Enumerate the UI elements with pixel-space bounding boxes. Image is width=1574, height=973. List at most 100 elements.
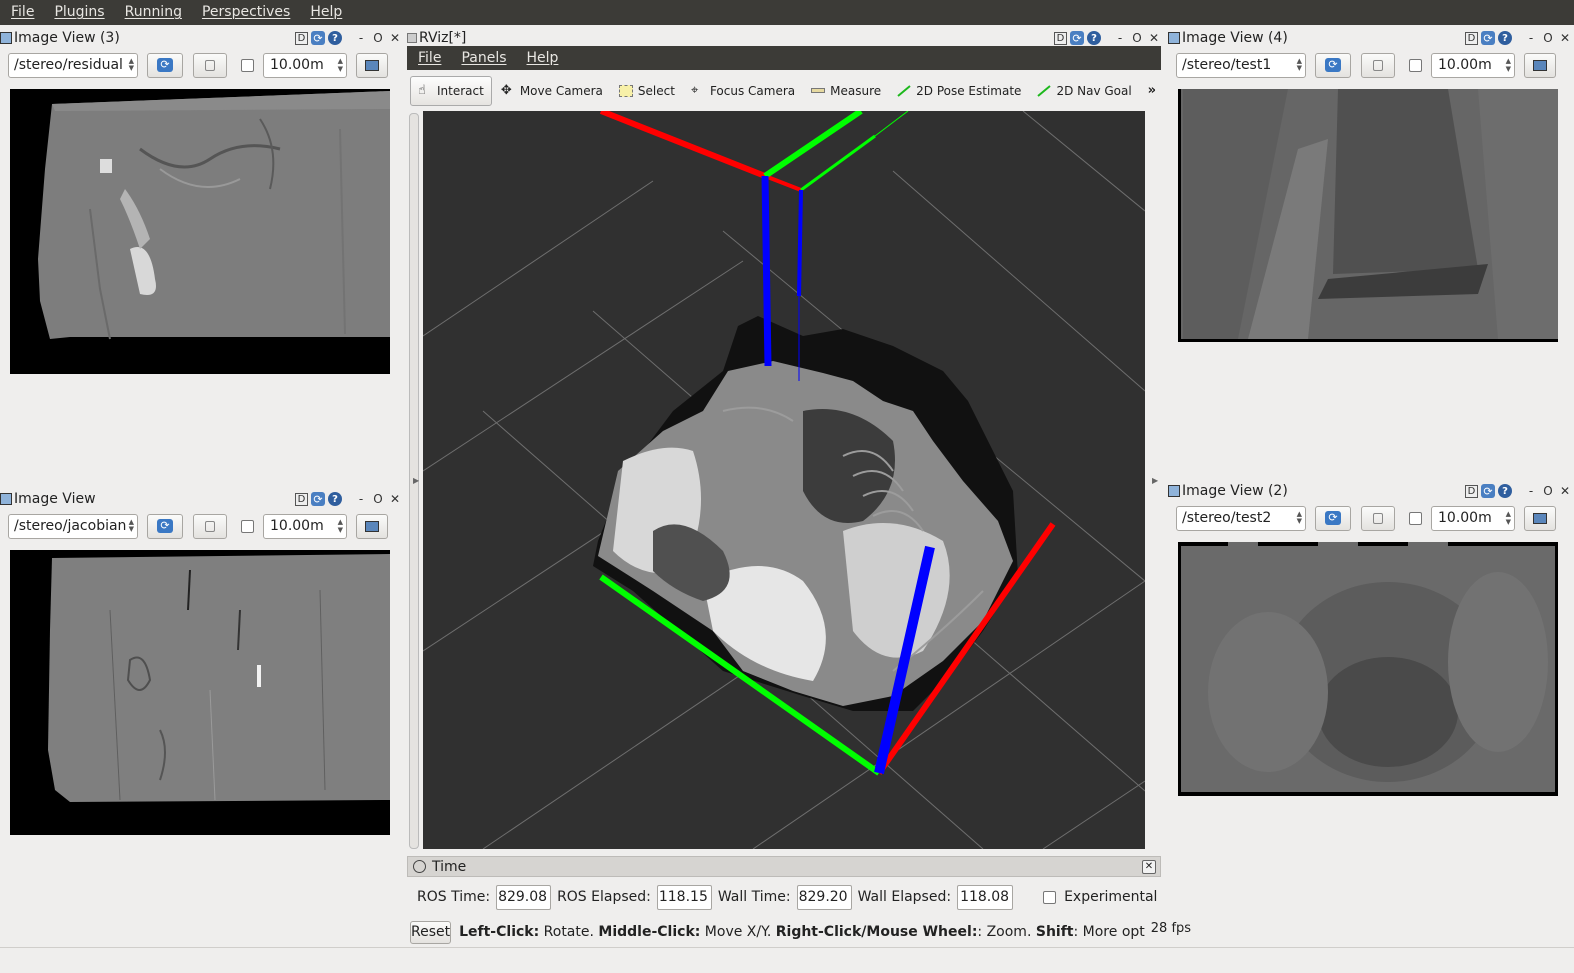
image-icon — [1533, 512, 1547, 524]
dock-d-icon[interactable]: D — [295, 31, 308, 45]
minimize-button[interactable]: - — [1113, 31, 1127, 45]
zoom-1-button[interactable] — [193, 52, 227, 78]
window-icon — [1168, 32, 1180, 44]
reload-icon[interactable]: ⟳ — [1481, 484, 1495, 498]
save-image-button[interactable] — [1524, 52, 1556, 78]
tool-focus-camera[interactable]: ⌖ Focus Camera — [684, 76, 802, 106]
image-view-4-pane: Image View (4) D ⟳ ? - O ✕ /stereo/test1… — [1168, 26, 1574, 86]
reload-icon[interactable]: ⟳ — [311, 492, 325, 506]
minimize-button[interactable]: - — [1524, 31, 1538, 45]
close-button[interactable]: ✕ — [1558, 31, 1572, 45]
close-button[interactable]: ✕ — [1558, 484, 1572, 498]
smooth-checkbox[interactable] — [1409, 58, 1422, 72]
close-button[interactable]: ✕ — [388, 492, 402, 506]
scale-spinbox[interactable]: 10.00m ▲ ▼ — [263, 513, 347, 539]
refresh-topics-button[interactable]: ⟳ — [1315, 52, 1351, 78]
float-button[interactable]: O — [371, 492, 385, 506]
scale-spinbox[interactable]: 10.00m ▲ ▼ — [1431, 52, 1515, 78]
combo-arrow-icon: ▲ ▼ — [1296, 56, 1302, 72]
help-icon[interactable]: ? — [1498, 484, 1512, 498]
save-image-button[interactable] — [1524, 505, 1556, 531]
zoom-1-button[interactable] — [1361, 505, 1395, 531]
minimize-button[interactable]: - — [354, 31, 368, 45]
pane-title: Image View (4) — [1182, 30, 1288, 46]
test1-image — [1178, 89, 1558, 342]
tool-interact[interactable]: ☝ Interact — [410, 75, 492, 106]
minimize-button[interactable]: - — [354, 492, 368, 506]
rviz-menu-file[interactable]: File — [407, 50, 450, 66]
zoom-1-button[interactable] — [1361, 52, 1395, 78]
zoom-1-button[interactable] — [193, 513, 227, 539]
help-icon[interactable]: ? — [328, 31, 342, 45]
float-button[interactable]: O — [1541, 31, 1555, 45]
scale-spinbox[interactable]: 10.00m ▲ ▼ — [263, 52, 347, 78]
float-button[interactable]: O — [371, 31, 385, 45]
refresh-topics-button[interactable]: ⟳ — [147, 52, 183, 78]
help-icon[interactable]: ? — [1087, 31, 1101, 45]
spin-arrows-icon: ▲ ▼ — [337, 517, 343, 534]
menu-plugins[interactable]: Plugins — [43, 0, 113, 25]
refresh-icon: ⟳ — [1325, 58, 1341, 72]
save-image-button[interactable] — [356, 52, 388, 78]
menu-running[interactable]: Running — [114, 0, 191, 25]
image-icon — [365, 59, 379, 71]
topic-select[interactable]: /stereo/jacobian ▲ ▼ — [8, 513, 138, 539]
dock-d-icon[interactable]: D — [295, 492, 308, 506]
smooth-checkbox[interactable] — [241, 519, 254, 533]
rviz-menu-panels[interactable]: Panels — [450, 50, 515, 66]
close-button[interactable]: ✕ — [1147, 31, 1161, 45]
menu-perspectives[interactable]: Perspectives — [191, 0, 299, 25]
window-icon — [407, 33, 417, 43]
topic-select[interactable]: /stereo/test2 ▲ ▼ — [1176, 505, 1306, 531]
reset-button[interactable]: Reset — [410, 920, 452, 944]
scale-spinbox[interactable]: 10.00m ▲ ▼ — [1431, 505, 1515, 531]
close-button[interactable]: ✕ — [388, 31, 402, 45]
dock-d-icon[interactable]: D — [1465, 484, 1478, 498]
ros-time-field[interactable]: 3829.08 — [496, 884, 552, 910]
float-button[interactable]: O — [1541, 484, 1555, 498]
menu-help[interactable]: Help — [299, 0, 351, 25]
tool-label: Move Camera — [519, 83, 603, 98]
pane-title: Image View — [14, 491, 96, 507]
experimental-checkbox[interactable] — [1043, 890, 1057, 904]
topic-value: /stereo/test2 — [1182, 510, 1272, 526]
right-splitter-arrow-icon[interactable]: ▶ — [1152, 476, 1158, 485]
tool-measure[interactable]: Measure — [804, 76, 888, 106]
close-icon[interactable]: ✕ — [1142, 859, 1156, 874]
wall-time-field[interactable]: 3829.20 — [796, 884, 852, 910]
wall-elapsed-field[interactable]: 118.08 — [957, 884, 1014, 910]
toolbar-overflow-icon[interactable]: » — [1148, 83, 1156, 98]
topic-select[interactable]: /stereo/test1 ▲ ▼ — [1176, 52, 1306, 78]
tool-move-camera[interactable]: ✥ Move Camera — [494, 76, 610, 106]
pose-arrow-icon — [897, 84, 911, 97]
help-icon[interactable]: ? — [1498, 31, 1512, 45]
tool-select[interactable]: Select — [612, 76, 682, 106]
dock-d-icon[interactable]: D — [1054, 31, 1067, 45]
float-button[interactable]: O — [1130, 31, 1144, 45]
topic-select[interactable]: /stereo/residual ▲ ▼ — [8, 52, 138, 78]
rviz-3d-viewport[interactable] — [423, 111, 1145, 849]
reload-icon[interactable]: ⟳ — [1070, 31, 1084, 45]
jacobian-image — [10, 550, 390, 835]
ros-elapsed-field[interactable]: 118.15 — [656, 884, 712, 910]
tool-2d-pose-estimate[interactable]: 2D Pose Estimate — [890, 76, 1028, 106]
refresh-icon: ⟳ — [157, 58, 173, 72]
reload-icon[interactable]: ⟳ — [311, 31, 325, 45]
rviz-menu-help[interactable]: Help — [516, 50, 568, 66]
dock-d-icon[interactable]: D — [1465, 31, 1478, 45]
help-icon[interactable]: ? — [328, 492, 342, 506]
smooth-checkbox[interactable] — [1409, 511, 1422, 525]
refresh-topics-button[interactable]: ⟳ — [1315, 505, 1351, 531]
minimize-button[interactable]: - — [1524, 484, 1538, 498]
refresh-topics-button[interactable]: ⟳ — [147, 513, 183, 539]
save-image-button[interactable] — [356, 513, 388, 539]
frame-top-x-axis — [599, 111, 767, 179]
ros-elapsed-label: ROS Elapsed: — [557, 889, 651, 905]
menu-file[interactable]: File — [0, 0, 43, 25]
left-splitter-arrow-icon[interactable]: ▶ — [413, 476, 419, 485]
time-panel-row: ROS Time: 3829.08 ROS Elapsed: 118.15 Wa… — [407, 882, 1161, 912]
residual-image-canvas — [38, 91, 390, 340]
tool-2d-nav-goal[interactable]: 2D Nav Goal — [1030, 76, 1138, 106]
reload-icon[interactable]: ⟳ — [1481, 31, 1495, 45]
smooth-checkbox[interactable] — [241, 58, 254, 72]
